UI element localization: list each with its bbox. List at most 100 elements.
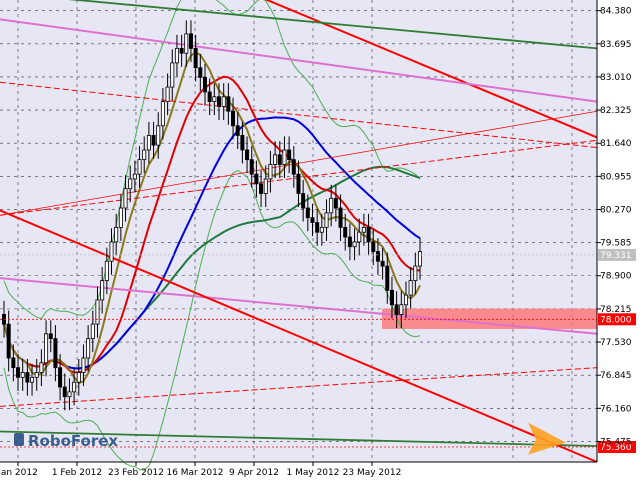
candle-body (109, 241, 114, 262)
candle-body (375, 251, 380, 262)
x-tick-label: Jan 2012 (0, 468, 38, 478)
x-tick-label: 23 Feb 2012 (108, 468, 164, 478)
candle-body (146, 135, 151, 151)
candle-body (240, 135, 245, 151)
candle-body (333, 197, 338, 209)
candle-body (277, 154, 282, 165)
y-tick-label: 78.900 (600, 272, 632, 282)
candle-body (179, 47, 184, 54)
y-axis: 84.380 83.695 83.010 82.325 81.640 80.955 80.2… (597, 7, 632, 447)
candle-body (11, 357, 16, 369)
x-tick-label: 1 Feb 2012 (52, 468, 102, 478)
y-tick-label: 77.530 (600, 338, 632, 348)
candle-body (156, 125, 161, 146)
price-chart: 79.33178.00075.360 84.38083.69583.01082.… (0, 0, 636, 478)
candle-body (62, 386, 67, 398)
candle-body (34, 372, 39, 378)
candle-body (142, 149, 147, 161)
candle-body (245, 149, 250, 161)
roboforex-logo: RoboForex (14, 432, 118, 450)
x-axis: Jan 2012 1 Feb 2012 23 Feb 2012 16 Mar 2012… (0, 462, 401, 478)
candle-body (231, 110, 236, 127)
candle-body (217, 96, 222, 107)
candle-body (20, 372, 25, 378)
candle-body (315, 222, 320, 233)
candle-body (76, 372, 81, 383)
candle-body (399, 304, 404, 315)
price-tag-label: 78.000 (600, 315, 632, 325)
candle-body (123, 188, 128, 209)
candle-body (30, 376, 35, 383)
candle-body (329, 197, 334, 214)
candle-body (90, 323, 95, 340)
x-tick-label: 9 Apr 2012 (229, 468, 279, 478)
candle-body (347, 236, 352, 248)
candle-body (417, 251, 422, 267)
candle-body (273, 154, 278, 165)
candle-body (44, 333, 49, 364)
candle-body (118, 207, 123, 228)
y-tick-label: 84.380 (600, 7, 632, 17)
logo-mark (14, 433, 24, 446)
candle-body (174, 47, 179, 64)
candle-body (137, 159, 142, 175)
candle-body (296, 173, 301, 194)
candle-body (249, 159, 254, 175)
logo-text: RoboForex (28, 432, 118, 450)
candle-body (413, 265, 418, 281)
candle-body (301, 193, 306, 209)
candle-body (128, 178, 133, 190)
candle-body (305, 207, 310, 219)
candle-body (16, 367, 21, 378)
y-tick-label: 80.955 (600, 172, 632, 182)
x-tick-label: 1 May 2012 (287, 468, 340, 478)
price-tag-label: 79.331 (600, 251, 632, 261)
candle-body (394, 304, 399, 315)
candle-body (6, 323, 11, 359)
candle-body (338, 207, 343, 228)
candle-body (104, 260, 109, 281)
y-tick-label: 82.325 (600, 106, 632, 116)
candle-body (58, 367, 63, 388)
candle-body (324, 212, 329, 228)
candle-body (380, 260, 385, 267)
candle-body (235, 125, 240, 136)
candle-body (385, 265, 390, 291)
candle-body (95, 299, 100, 325)
candle-body (361, 226, 366, 233)
x-tick-label: 16 Mar 2012 (166, 468, 223, 478)
y-tick-label: 83.010 (600, 73, 632, 83)
candle-body (343, 226, 348, 238)
candle-body (254, 173, 259, 185)
support-zone (382, 308, 597, 329)
candle-body (207, 91, 212, 102)
candle-body (291, 159, 296, 175)
candle-body (39, 362, 44, 373)
candle-body (268, 164, 273, 180)
candle-body (371, 241, 376, 252)
candle-body (319, 226, 324, 233)
candle-body (25, 372, 30, 383)
candle-body (403, 294, 408, 306)
x-tick-label: 23 May 2012 (343, 468, 402, 478)
candle-body (193, 47, 198, 69)
candle-body (202, 77, 207, 93)
candle-body (170, 62, 175, 88)
candle-body (389, 289, 394, 306)
y-tick-label: 75.475 (600, 437, 632, 447)
candle-body (352, 241, 357, 248)
y-tick-label: 76.845 (600, 371, 632, 381)
candle-body (67, 391, 72, 398)
y-tick-label: 79.585 (600, 239, 632, 249)
candle-body (81, 357, 86, 373)
candle-body (86, 338, 91, 359)
candle-body (287, 149, 292, 161)
candle-body (53, 338, 58, 369)
candle-body (282, 149, 287, 165)
y-tick-label: 76.160 (600, 404, 632, 414)
candle-body (198, 67, 203, 78)
y-tick-label: 78.215 (600, 305, 632, 315)
candle-body (226, 96, 231, 112)
candle-body (408, 280, 413, 296)
candle-body (114, 226, 119, 243)
